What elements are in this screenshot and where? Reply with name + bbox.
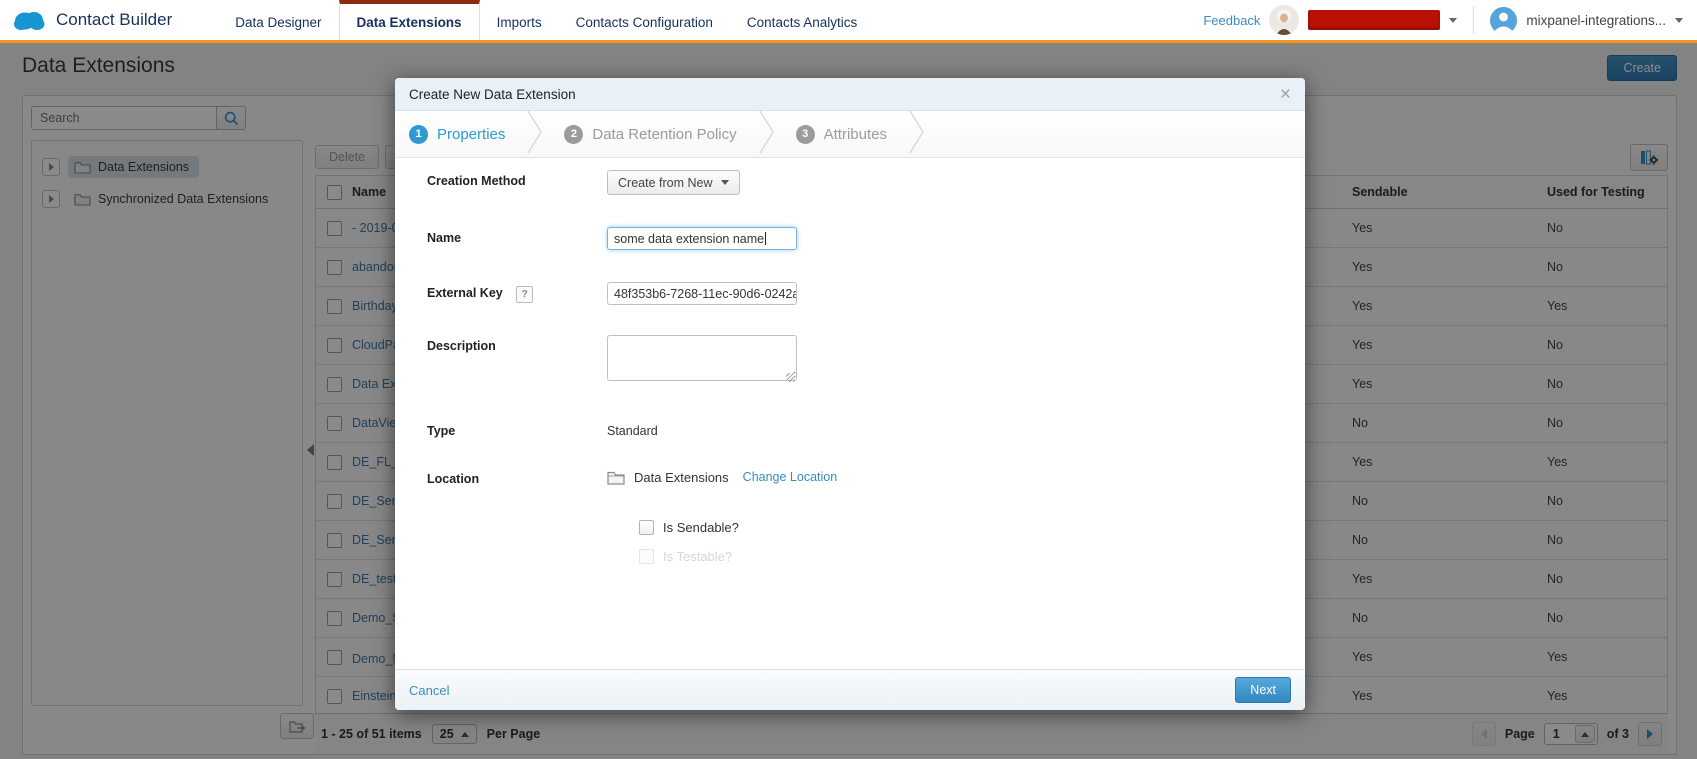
external-key-value: 48f353b6-7268-11ec-90d6-0242ac1200 (614, 287, 797, 301)
next-button[interactable]: Next (1235, 677, 1291, 703)
modal-footer: Cancel Next (395, 669, 1305, 710)
close-icon[interactable]: × (1280, 85, 1291, 104)
nav-divider (1473, 6, 1474, 34)
modal-header: Create New Data Extension × (395, 78, 1305, 111)
step-separator (909, 110, 924, 159)
is-sendable-checkbox[interactable] (639, 520, 654, 535)
top-nav: Contact Builder Data DesignerData Extens… (0, 0, 1697, 43)
creation-method-label: Creation Method (427, 170, 607, 195)
external-key-label: External Key ? (427, 282, 607, 305)
help-icon[interactable]: ? (516, 286, 533, 303)
step-number: 2 (564, 125, 583, 144)
change-location-link[interactable]: Change Location (743, 470, 838, 484)
nav-tabs: Data DesignerData ExtensionsImportsConta… (218, 0, 874, 40)
cancel-link[interactable]: Cancel (409, 683, 449, 698)
tab-contacts-analytics[interactable]: Contacts Analytics (730, 0, 874, 40)
einstein-avatar[interactable] (1269, 5, 1299, 35)
redacted-account-name (1308, 10, 1440, 30)
is-testable-checkbox (639, 549, 654, 564)
app-logo-wrap: Contact Builder (12, 0, 172, 40)
modal-title: Create New Data Extension (409, 87, 576, 102)
is-testable-label: Is Testable? (663, 549, 732, 564)
user-avatar-icon[interactable] (1490, 7, 1517, 34)
tab-data-extensions[interactable]: Data Extensions (339, 0, 480, 40)
step-number: 3 (796, 125, 815, 144)
creation-method-value: Create from New (618, 176, 712, 190)
location-label: Location (427, 468, 607, 486)
name-input[interactable]: some data extension name (607, 227, 797, 250)
wizard-steps: 1 Properties 2 Data Retention Policy 3 Attrib… (395, 111, 1305, 158)
step-label: Attributes (824, 126, 887, 143)
type-label: Type (427, 420, 607, 438)
tab-imports[interactable]: Imports (480, 0, 559, 40)
feedback-link[interactable]: Feedback (1203, 13, 1260, 28)
app-title: Contact Builder (56, 10, 172, 30)
account-caret-icon[interactable] (1449, 18, 1457, 23)
step-properties[interactable]: 1 Properties (409, 125, 505, 144)
step-separator (527, 110, 542, 159)
screen: Contact Builder Data DesignerData Extens… (0, 0, 1697, 759)
tab-data-designer[interactable]: Data Designer (218, 0, 338, 40)
text-cursor (765, 232, 766, 245)
step-label: Data Retention Policy (592, 126, 736, 143)
is-sendable-label: Is Sendable? (663, 520, 739, 535)
location-value: Data Extensions (634, 470, 729, 485)
name-label: Name (427, 227, 607, 250)
name-input-value: some data extension name (614, 232, 764, 246)
external-key-input[interactable]: 48f353b6-7268-11ec-90d6-0242ac1200 (607, 282, 797, 305)
user-menu-caret-icon[interactable] (1675, 18, 1683, 23)
salesforce-cloud-icon (12, 8, 46, 32)
modal-body: Creation Method Create from New Name som… (395, 158, 1305, 669)
folder-icon (607, 470, 626, 485)
resize-grip-icon[interactable] (786, 373, 795, 382)
step-label: Properties (437, 126, 505, 143)
step-number: 1 (409, 125, 428, 144)
create-data-extension-modal: Create New Data Extension × 1 Properties 2… (395, 78, 1305, 710)
description-textarea[interactable] (607, 335, 797, 381)
step-data-retention-policy[interactable]: 2 Data Retention Policy (564, 125, 736, 144)
creation-method-dropdown[interactable]: Create from New (607, 170, 740, 195)
tab-contacts-configuration[interactable]: Contacts Configuration (559, 0, 730, 40)
step-separator (759, 110, 774, 159)
type-value: Standard (607, 420, 658, 438)
account-menu-label[interactable]: mixpanel-integrations... (1526, 13, 1666, 28)
step-attributes[interactable]: 3 Attributes (796, 125, 887, 144)
dropdown-caret-icon (721, 180, 729, 185)
description-label: Description (427, 335, 607, 384)
nav-right: Feedback mixpanel-integrations.. (1203, 0, 1697, 40)
